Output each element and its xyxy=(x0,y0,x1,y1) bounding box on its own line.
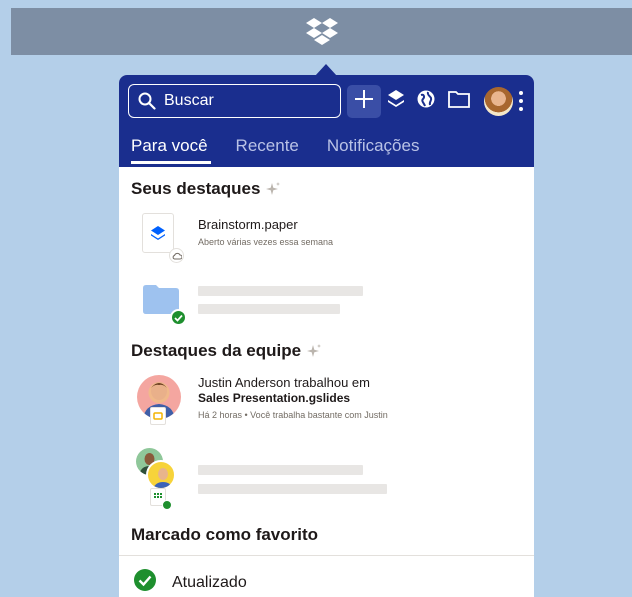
cloud-icon xyxy=(169,248,184,263)
tab-bar: Para você Recente Notificações xyxy=(131,136,447,164)
section-title-highlights: Seus destaques xyxy=(131,179,281,199)
search-placeholder: Buscar xyxy=(164,92,214,109)
file-thumbnail xyxy=(142,213,174,253)
item-subtitle: Aberto várias vezes essa semana xyxy=(198,237,334,247)
dropbox-panel: Buscar Para você Recente Notificações Se… xyxy=(119,75,534,597)
loading-placeholder xyxy=(198,286,363,296)
tab-recente[interactable]: Recente xyxy=(236,136,299,164)
more-icon[interactable] xyxy=(518,91,524,113)
search-input[interactable]: Buscar xyxy=(128,84,341,118)
loading-placeholder xyxy=(198,304,340,314)
search-icon xyxy=(138,92,156,110)
avatar[interactable] xyxy=(484,87,513,116)
item-name: Brainstorm.paper xyxy=(198,217,298,232)
loading-placeholder xyxy=(198,484,387,494)
item-line1: Justin Anderson trabalhou em xyxy=(198,375,370,390)
dropbox-icon[interactable] xyxy=(387,89,405,109)
slides-file-icon xyxy=(150,407,166,425)
check-icon xyxy=(170,309,187,326)
section-title-favorites: Marcado como favorito xyxy=(131,525,319,544)
loading-placeholder xyxy=(198,465,363,475)
add-button[interactable] xyxy=(347,85,381,118)
tab-para-voce[interactable]: Para você xyxy=(131,136,211,164)
tab-notificacoes[interactable]: Notificações xyxy=(327,136,420,164)
item-subtitle: Há 2 horas • Você trabalha bastante com … xyxy=(198,410,388,420)
status-label: Atualizado xyxy=(172,573,247,591)
panel-header: Buscar Para você Recente Notificações xyxy=(119,75,534,167)
sparkle-icon xyxy=(265,181,281,197)
sync-status: Atualizado xyxy=(133,568,247,597)
check-icon xyxy=(162,500,172,510)
folder-icon[interactable] xyxy=(447,89,471,109)
sparkle-icon xyxy=(306,343,322,359)
section-title-team: Destaques da equipe xyxy=(131,341,322,361)
plus-icon xyxy=(354,89,374,114)
check-circle-icon xyxy=(133,568,157,597)
item-line2: Sales Presentation.gslides xyxy=(198,391,351,405)
globe-icon[interactable] xyxy=(416,89,436,109)
menubar xyxy=(11,8,632,55)
dropbox-icon[interactable] xyxy=(305,17,339,47)
divider xyxy=(119,555,534,556)
avatar xyxy=(146,460,176,490)
